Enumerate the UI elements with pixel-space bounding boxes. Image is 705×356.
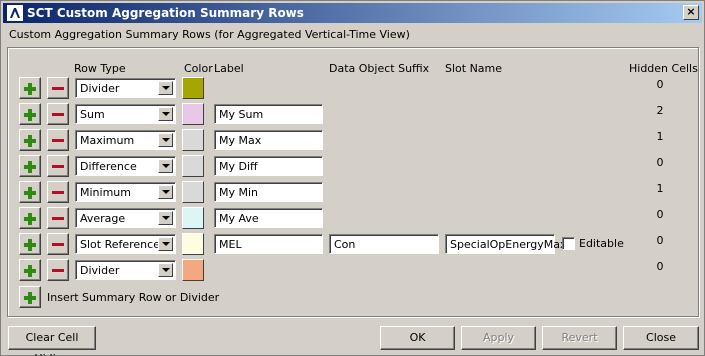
chevron-down-icon[interactable] bbox=[158, 107, 173, 121]
hidden-cells-count: 0 bbox=[656, 156, 664, 169]
add-row-button[interactable] bbox=[19, 181, 41, 203]
app-logo-icon bbox=[7, 5, 23, 21]
hidden-cells-count: 0 bbox=[656, 234, 664, 247]
hidden-cells-count: 0 bbox=[656, 260, 664, 273]
header-color: Color bbox=[184, 62, 213, 75]
insert-summary-row-button[interactable] bbox=[19, 286, 41, 308]
label-input-value: My Max bbox=[219, 134, 262, 147]
color-swatch-button[interactable] bbox=[182, 155, 204, 177]
hidden-cells-count: 0 bbox=[656, 208, 664, 221]
label-input[interactable]: MEL bbox=[214, 234, 323, 254]
data-object-suffix-input[interactable]: Con bbox=[329, 234, 439, 254]
dialog-subtitle: Custom Aggregation Summary Rows (for Agg… bbox=[9, 28, 410, 41]
remove-row-button[interactable] bbox=[47, 207, 69, 229]
add-row-button[interactable] bbox=[19, 129, 41, 151]
editable-label: Editable bbox=[579, 237, 624, 250]
row-type-value: Average bbox=[80, 212, 126, 225]
add-row-button[interactable] bbox=[19, 77, 41, 99]
header-hidden-cells: Hidden Cells bbox=[629, 62, 698, 75]
row-type-value: Difference bbox=[80, 160, 137, 173]
color-swatch-button[interactable] bbox=[182, 77, 204, 99]
suffix-input-value: Con bbox=[334, 238, 356, 251]
hidden-cells-count: 1 bbox=[656, 182, 664, 195]
row-type-select[interactable]: Slot Reference bbox=[75, 234, 176, 254]
row-type-value: Divider bbox=[80, 264, 120, 277]
row-type-value: Slot Reference bbox=[80, 238, 160, 251]
revert-button[interactable]: Revert bbox=[542, 326, 617, 350]
apply-button[interactable]: Apply bbox=[461, 326, 536, 350]
chevron-down-icon[interactable] bbox=[158, 159, 173, 173]
hidden-cells-count: 1 bbox=[656, 130, 664, 143]
label-input-value: My Min bbox=[219, 186, 259, 199]
row-type-select[interactable]: Divider bbox=[75, 260, 176, 280]
remove-row-button[interactable] bbox=[47, 77, 69, 99]
hidden-cells-count: 0 bbox=[656, 78, 664, 91]
add-row-button[interactable] bbox=[19, 155, 41, 177]
label-input[interactable]: My Sum bbox=[214, 104, 323, 124]
label-input-value: My Ave bbox=[219, 212, 259, 225]
remove-row-button[interactable] bbox=[47, 259, 69, 281]
remove-row-button[interactable] bbox=[47, 103, 69, 125]
label-input[interactable]: My Ave bbox=[214, 208, 323, 228]
label-input-value: MEL bbox=[219, 238, 242, 251]
header-row-type: Row Type bbox=[74, 62, 126, 75]
chevron-down-icon[interactable] bbox=[158, 211, 173, 225]
add-row-button[interactable] bbox=[19, 103, 41, 125]
row-type-value: Maximum bbox=[80, 134, 135, 147]
row-type-select[interactable]: Maximum bbox=[75, 130, 176, 150]
chevron-down-icon[interactable] bbox=[158, 263, 173, 277]
insert-summary-row-label: Insert Summary Row or Divider bbox=[47, 291, 220, 304]
color-swatch-button[interactable] bbox=[182, 207, 204, 229]
header-slot-name: Slot Name bbox=[445, 62, 503, 75]
label-input-value: My Sum bbox=[219, 108, 264, 121]
remove-row-button[interactable] bbox=[47, 155, 69, 177]
chevron-down-icon[interactable] bbox=[158, 237, 173, 251]
add-row-button[interactable] bbox=[19, 233, 41, 255]
color-swatch-button[interactable] bbox=[182, 103, 204, 125]
ok-button[interactable]: OK bbox=[380, 326, 455, 350]
add-row-button[interactable] bbox=[19, 207, 41, 229]
label-input[interactable]: My Min bbox=[214, 182, 323, 202]
editable-checkbox[interactable] bbox=[562, 237, 575, 250]
row-type-select[interactable]: Difference bbox=[75, 156, 176, 176]
window-close-button[interactable]: × bbox=[683, 5, 699, 20]
close-button[interactable]: Close bbox=[623, 326, 699, 350]
clear-cell-hiding-button[interactable]: Clear Cell Hiding bbox=[8, 326, 96, 356]
add-row-button[interactable] bbox=[19, 259, 41, 281]
remove-row-button[interactable] bbox=[47, 233, 69, 255]
title-bar[interactable]: SCT Custom Aggregation Summary Rows × bbox=[3, 3, 702, 23]
header-label: Label bbox=[214, 62, 244, 75]
row-type-value: Divider bbox=[80, 82, 120, 95]
header-data-object-suffix: Data Object Suffix bbox=[329, 62, 430, 75]
remove-row-button[interactable] bbox=[47, 129, 69, 151]
row-type-value: Sum bbox=[80, 108, 105, 121]
label-input[interactable]: My Diff bbox=[214, 156, 323, 176]
chevron-down-icon[interactable] bbox=[158, 81, 173, 95]
color-swatch-button[interactable] bbox=[182, 181, 204, 203]
slot-name-value: SpecialOpEnergyMax bbox=[450, 238, 567, 251]
row-type-select[interactable]: Average bbox=[75, 208, 176, 228]
color-swatch-button[interactable] bbox=[182, 129, 204, 151]
slot-name-input[interactable]: SpecialOpEnergyMax bbox=[445, 234, 567, 254]
window-title: SCT Custom Aggregation Summary Rows bbox=[27, 6, 304, 20]
label-input-value: My Diff bbox=[219, 160, 258, 173]
row-type-select[interactable]: Minimum bbox=[75, 182, 176, 202]
color-swatch-button[interactable] bbox=[182, 259, 204, 281]
chevron-down-icon[interactable] bbox=[158, 133, 173, 147]
dialog-window: SCT Custom Aggregation Summary Rows × Cu… bbox=[0, 0, 705, 356]
chevron-down-icon[interactable] bbox=[158, 185, 173, 199]
remove-row-button[interactable] bbox=[47, 181, 69, 203]
row-type-select[interactable]: Divider bbox=[75, 78, 176, 98]
color-swatch-button[interactable] bbox=[182, 233, 204, 255]
label-input[interactable]: My Max bbox=[214, 130, 323, 150]
row-type-select[interactable]: Sum bbox=[75, 104, 176, 124]
hidden-cells-count: 2 bbox=[656, 104, 664, 117]
row-type-value: Minimum bbox=[80, 186, 131, 199]
